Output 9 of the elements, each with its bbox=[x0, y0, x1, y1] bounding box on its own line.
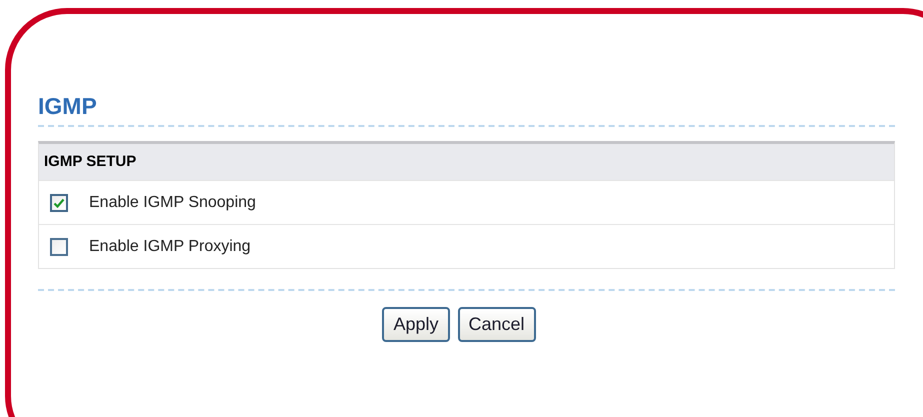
checkbox-label: Enable IGMP Proxying bbox=[89, 238, 251, 256]
checkbox[interactable] bbox=[50, 238, 68, 256]
cancel-button[interactable]: Cancel bbox=[458, 307, 536, 342]
checkbox[interactable] bbox=[50, 194, 68, 212]
section-header: IGMP SETUP bbox=[39, 144, 894, 180]
page-title: IGMP bbox=[38, 92, 98, 120]
apply-button[interactable]: Apply bbox=[382, 307, 450, 342]
check-icon bbox=[53, 198, 65, 208]
checkbox-label: Enable IGMP Snooping bbox=[89, 194, 256, 212]
